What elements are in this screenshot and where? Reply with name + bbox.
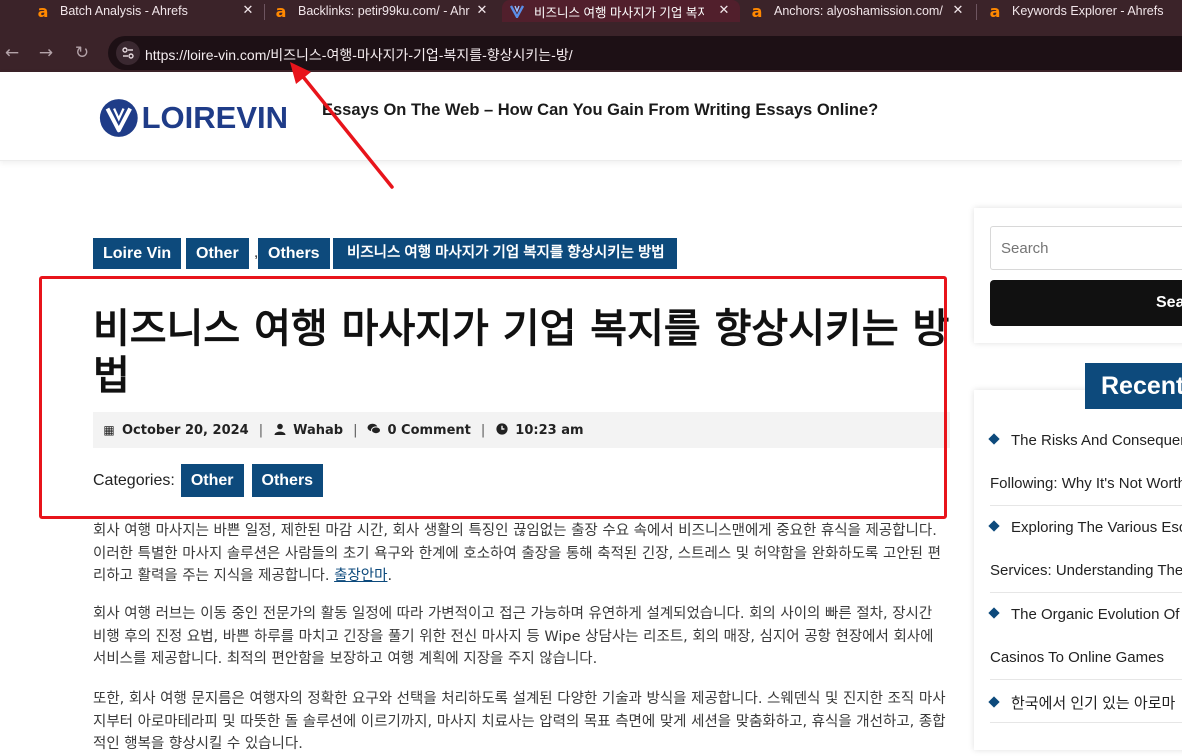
paragraph-text: 회사 여행 마사지는 바쁜 일정, 제한된 마감 시간, 회사 생활의 특징인 … (93, 523, 941, 584)
recent-post-title: Services: Understanding The (990, 562, 1182, 579)
tab-divider (976, 4, 977, 20)
ahrefs-icon: a (275, 1, 287, 21)
recent-post-title: Following: Why It's Not Worth It (990, 475, 1182, 492)
url-origin: https://loire-vin.com/ (145, 47, 271, 63)
recent-divider (990, 679, 1182, 680)
highlight-box (39, 276, 947, 519)
tab-title: Keywords Explorer - Ahrefs (1012, 4, 1164, 18)
header-post-link[interactable]: Essays On The Web – How Can You Gain Fro… (322, 101, 878, 120)
close-icon[interactable]: ✕ (240, 2, 256, 18)
inline-link[interactable]: 출장안마 (334, 568, 387, 584)
tab-keywords-explorer[interactable]: a Keywords Explorer - Ahrefs (988, 0, 1182, 22)
ahrefs-icon: a (37, 1, 49, 21)
recent-post-link[interactable]: Following: Why It's Not Worth It (990, 475, 1182, 492)
tab-current-post[interactable]: 비즈니스 여행 마사지가 기업 복지를 향상시키는 방법 ✕ (502, 0, 740, 22)
site-info-icon[interactable] (116, 41, 140, 65)
tab-anchors[interactable]: a Anchors: alyoshamission.com/ - Ahrefs … (750, 0, 966, 22)
diamond-bullet-icon (988, 696, 1000, 708)
search-button[interactable]: Search (990, 280, 1182, 326)
post-paragraph: 회사 여행 마사지는 바쁜 일정, 제한된 마감 시간, 회사 생활의 특징인 … (93, 520, 946, 588)
tab-backlinks[interactable]: a Backlinks: petir99ku.com/ - Ahrefs ✕ (274, 0, 490, 22)
ahrefs-icon: a (751, 1, 763, 21)
tab-title: Backlinks: petir99ku.com/ - Ahrefs (298, 4, 470, 18)
close-icon[interactable]: ✕ (716, 2, 732, 18)
reload-icon[interactable]: ↻ (70, 41, 94, 65)
tab-title: Anchors: alyoshamission.com/ - Ahrefs (774, 4, 946, 18)
tab-divider (264, 4, 265, 20)
breadcrumb-home[interactable]: Loire Vin (93, 238, 182, 269)
browser-tab-bar: a Batch Analysis - Ahrefs ✕ a Backlinks:… (0, 0, 1182, 34)
url-text[interactable]: https://loire-vin.com/비즈니스-여행-마사지가-기업-복지… (145, 45, 573, 65)
address-bar[interactable]: https://loire-vin.com/비즈니스-여행-마사지가-기업-복지… (108, 36, 1182, 70)
loirevin-icon (510, 4, 524, 18)
recent-post-link[interactable]: Exploring The Various Escort (988, 519, 1182, 536)
tab-batch-analysis[interactable]: a Batch Analysis - Ahrefs ✕ (36, 0, 256, 22)
forward-icon[interactable]: → (34, 41, 58, 65)
close-icon[interactable]: ✕ (950, 2, 966, 18)
paragraph-end: . (387, 568, 393, 584)
post-paragraph: 회사 여행 러브는 이동 중인 전문가의 활동 일정에 따라 가변적이고 접근 … (93, 606, 934, 667)
recent-post-title: Exploring The Various Escort (1011, 519, 1182, 536)
post-paragraph: 또한, 회사 여행 문지름은 여행자의 정확한 요구와 선택을 처리하도록 설계… (93, 691, 946, 752)
recent-post-link[interactable]: The Risks And Consequences (988, 432, 1182, 449)
recent-divider (990, 505, 1182, 506)
back-icon[interactable]: ← (0, 41, 24, 65)
breadcrumb-other[interactable]: Other (186, 238, 249, 269)
browser-toolbar: ← → ↻ https://loire-vin.com/비즈니스-여행-마사지가… (0, 34, 1182, 72)
tab-title: Batch Analysis - Ahrefs (60, 4, 188, 18)
recent-post-link[interactable]: 한국에서 인기 있는 아로마 (988, 692, 1176, 713)
diamond-bullet-icon (988, 607, 1000, 619)
url-path: 비즈니스-여행-마사지가-기업-복지를-향상시키는-방/ (270, 47, 573, 63)
site-header: LOIREVIN Essays On The Web – How Can You… (0, 72, 1182, 161)
recent-post-title: 한국에서 인기 있는 아로마 (1011, 695, 1176, 712)
recent-post-link[interactable]: Casinos To Online Games (990, 649, 1164, 666)
recent-post-title: Casinos To Online Games (990, 649, 1164, 666)
breadcrumb-others[interactable]: Others (258, 238, 330, 269)
recent-post-link[interactable]: The Organic Evolution Of (988, 606, 1180, 623)
site-logo[interactable]: LOIREVIN (98, 96, 288, 140)
diamond-bullet-icon (988, 433, 1000, 445)
recent-posts-heading: Recent Posts (1085, 363, 1182, 409)
search-widget: Search (974, 208, 1182, 343)
search-input[interactable] (990, 226, 1182, 270)
recent-post-title: The Organic Evolution Of (1011, 606, 1180, 623)
tab-title: 비즈니스 여행 마사지가 기업 복지를 향상시키는 방법 (534, 5, 704, 20)
close-icon[interactable]: ✕ (474, 2, 490, 18)
loirevin-logo-mark (99, 99, 138, 137)
recent-post-link[interactable]: Services: Understanding The (990, 562, 1182, 579)
diamond-bullet-icon (988, 520, 1000, 532)
ahrefs-icon: a (989, 1, 1001, 21)
recent-divider (990, 722, 1182, 723)
recent-post-title: The Risks And Consequences (1011, 432, 1182, 449)
breadcrumb-current: 비즈니스 여행 마사지가 기업 복지를 향상시키는 방법 (333, 238, 677, 269)
logo-wordmark: LOIREVIN (141, 100, 288, 135)
recent-divider (990, 592, 1182, 593)
